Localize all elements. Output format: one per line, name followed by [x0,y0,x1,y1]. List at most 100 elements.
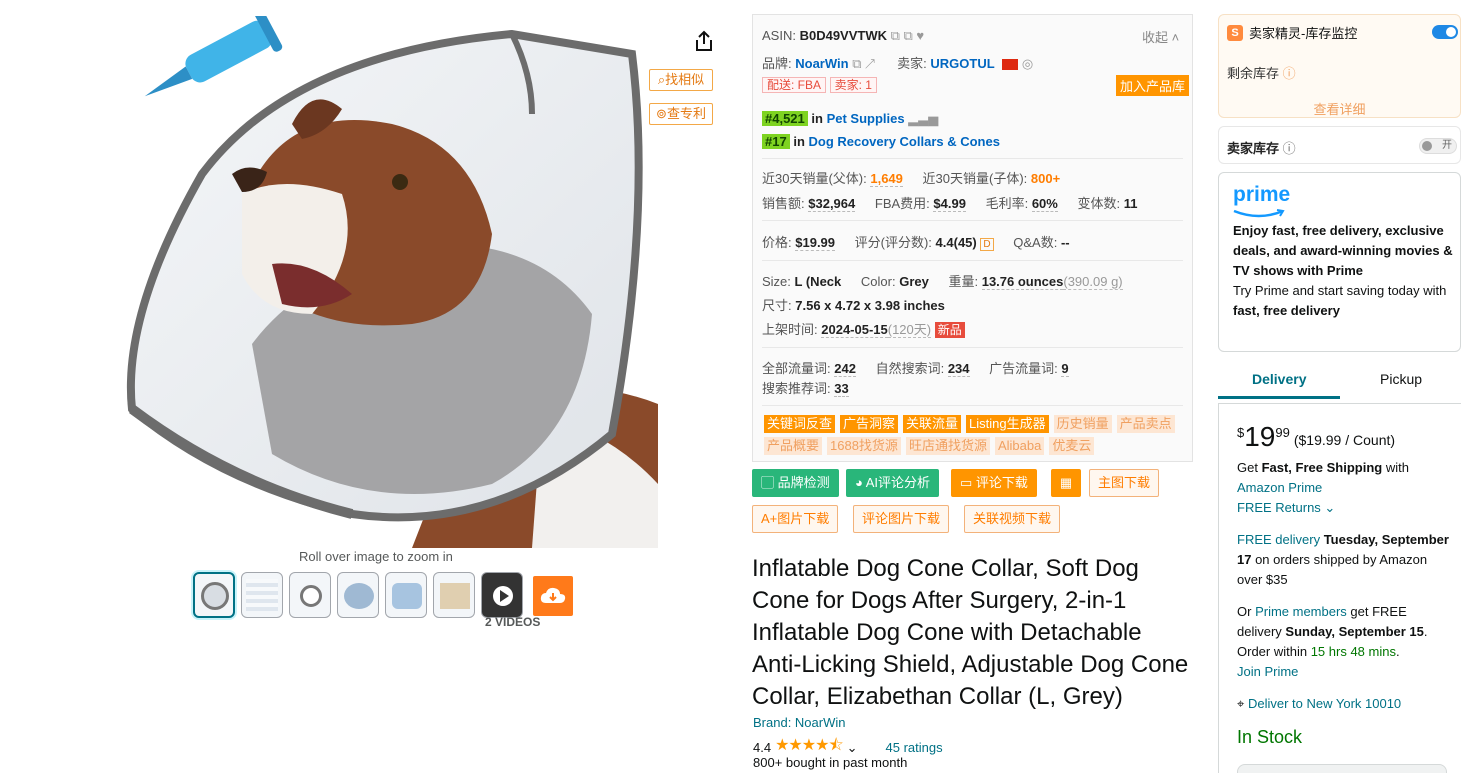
new-product-badge: 新品 [934,322,965,338]
tool-tag[interactable]: 产品概要 [764,437,823,455]
listed-date-value: 2024-05-15 [821,322,888,338]
recommend-label: 搜索推荐词: [762,381,831,396]
asin-label: ASIN: [762,28,796,43]
thumbnail-3[interactable] [289,572,331,618]
tool-tag[interactable]: 优麦云 [1049,437,1095,455]
monitor-toggle[interactable] [1432,25,1458,39]
bought-past-month: 800+ bought in past month [753,755,908,770]
amazon-prime-link[interactable]: Amazon Prime [1237,480,1322,495]
air-pump-image [144,16,283,97]
free-delivery-link[interactable]: FREE delivery [1237,532,1320,547]
rank-category-link[interactable]: Pet Supplies [827,111,905,126]
main-image-download-button[interactable]: 主图下载 [1089,469,1160,497]
video-thumbnail[interactable] [481,572,523,618]
review-download-button[interactable]: ▭ 评论下载 [951,469,1037,497]
recommend-value[interactable]: 33 [834,381,849,397]
shipping-info: Get Fast, Free Shipping with Amazon Prim… [1237,460,1409,515]
buybox-price: $ 19 99 ($19.99 / Count) [1237,422,1395,452]
join-prime-link[interactable]: Join Prime [1237,664,1298,679]
quantity-select[interactable] [1237,764,1447,773]
free-returns-link[interactable]: FREE Returns ⌄ [1237,500,1335,515]
find-similar-button[interactable]: ⌕找相似 [649,69,713,91]
asin-value[interactable]: B0D49VVTWK [800,28,887,43]
rank-category-link[interactable]: Dog Recovery Collars & Cones [809,134,1000,149]
buy-box: $ 19 99 ($19.99 / Count) Get Fast, Free … [1218,403,1461,773]
seller-link[interactable]: URGOTUL [930,56,994,71]
price-value: $19.99 [795,235,836,251]
price-label: 价格: [762,235,792,250]
collapse-button[interactable]: 收起 ˄ [1142,27,1179,46]
margin-label: 毛利率: [985,196,1029,211]
rating-grade-badge: D [980,238,994,251]
tool-tag[interactable]: Alibaba [994,437,1045,455]
rating-label: 评分(评分数): [854,235,932,250]
tab-underline [1218,396,1340,399]
thumbnail-4[interactable] [337,572,379,618]
tab-delivery[interactable]: Delivery [1252,371,1306,387]
share-icon[interactable] [694,30,714,52]
zoom-hint: Roll over image to zoom in [299,549,453,564]
seller-stock-toggle[interactable]: 开 [1419,138,1457,154]
bar-chart-icon[interactable]: ▂▃▅ [908,111,938,126]
rating-value: 4.4 [753,740,772,755]
cloud-download-button[interactable] [533,576,573,616]
prime-promo[interactable]: prime Enjoy fast, free delivery, exclusi… [1218,172,1461,352]
ad-value[interactable]: 9 [1061,361,1069,377]
qa-label: Q&A数: [1013,235,1058,250]
copy-icon[interactable]: ⧉ ⧉ ♥ [891,28,925,43]
chevron-down-icon[interactable]: ⌄ [847,740,858,756]
check-patent-button[interactable]: ⊚查专利 [649,103,713,125]
copy-icon[interactable]: ⧉ ↗ [852,56,875,71]
brand-check-button[interactable]: ▢ 品牌检测 [752,469,839,497]
thumbnail-6[interactable] [433,572,475,618]
brand-label: 品牌: [762,56,792,71]
sales-child-value: 800+ [1030,171,1061,186]
prime-members-link[interactable]: Prime members [1255,604,1347,619]
prime-logo: prime [1233,183,1290,218]
organic-label: 自然搜索词: [875,361,945,376]
weight-grams: (390.09 g) [1063,274,1123,290]
price-whole: 19 [1244,421,1276,452]
ai-review-button[interactable]: ◕ AI评论分析 [846,469,940,497]
tool-tag[interactable]: Listing生成器 [966,415,1049,433]
stock-status: In Stock [1237,727,1303,747]
tool-tag[interactable]: 历史销量 [1053,415,1112,433]
delivery-tabs: Delivery Pickup [1218,366,1461,402]
video-download-button[interactable]: 关联视频下载 [964,505,1061,533]
tool-tag[interactable]: 广告洞察 [840,415,899,433]
tool-tag[interactable]: 关键词反查 [764,415,836,433]
add-to-library-button[interactable]: 加入产品库 [1116,75,1190,96]
fba-label: FBA费用: [874,196,930,211]
view-detail-link[interactable]: 查看详细 [1219,99,1460,118]
thumbnail-5[interactable] [385,572,427,618]
deliver-to-link[interactable]: ⌖ Deliver to New York 10010 [1237,694,1452,714]
tool-tag[interactable]: 1688找货源 [827,437,901,455]
countdown: 15 hrs 48 mins [1310,644,1396,659]
prime-sub-bold: fast, free delivery [1233,303,1340,318]
location-pin-icon: ⌖ [1237,696,1245,711]
help-icon[interactable]: ⓘ [1283,141,1296,156]
tool-tag[interactable]: 关联流量 [903,415,962,433]
review-image-download-button[interactable]: 评论图片下载 [853,505,950,533]
tab-pickup[interactable]: Pickup [1380,371,1422,387]
product-title: Inflatable Dog Cone Collar, Soft Dog Con… [752,555,1189,710]
thumbnail-1[interactable] [193,572,235,618]
price-fraction: 99 [1275,425,1290,440]
brand-store-link[interactable]: Brand: NoarWin [753,715,845,730]
brand-link[interactable]: NoarWin [795,56,848,71]
fba-value: $4.99 [933,196,966,212]
prime-text: Enjoy fast, free delivery, exclusive dea… [1233,221,1453,321]
aplus-download-button[interactable]: A+图片下载 [752,505,839,533]
weight-value: 13.76 ounces [981,274,1064,290]
prime-sub: Try Prime and start saving today with [1233,283,1447,298]
help-icon[interactable]: ⓘ [1283,66,1296,81]
sales-label: 近30天销量(父体): [762,171,867,186]
tool-tag[interactable]: 产品卖点 [1116,415,1175,433]
tool-tag[interactable]: 旺店通找货源 [905,437,990,455]
traffic-all-value[interactable]: 242 [834,361,856,377]
calculator-icon[interactable]: ▦ [1051,469,1081,497]
organic-value[interactable]: 234 [947,361,970,377]
ratings-count-link[interactable]: 45 ratings [886,740,943,755]
inventory-monitor-widget: S 卖家精灵-库存监控 剩余库存 ⓘ 查看详细 [1218,14,1461,118]
thumbnail-2[interactable] [241,572,283,618]
